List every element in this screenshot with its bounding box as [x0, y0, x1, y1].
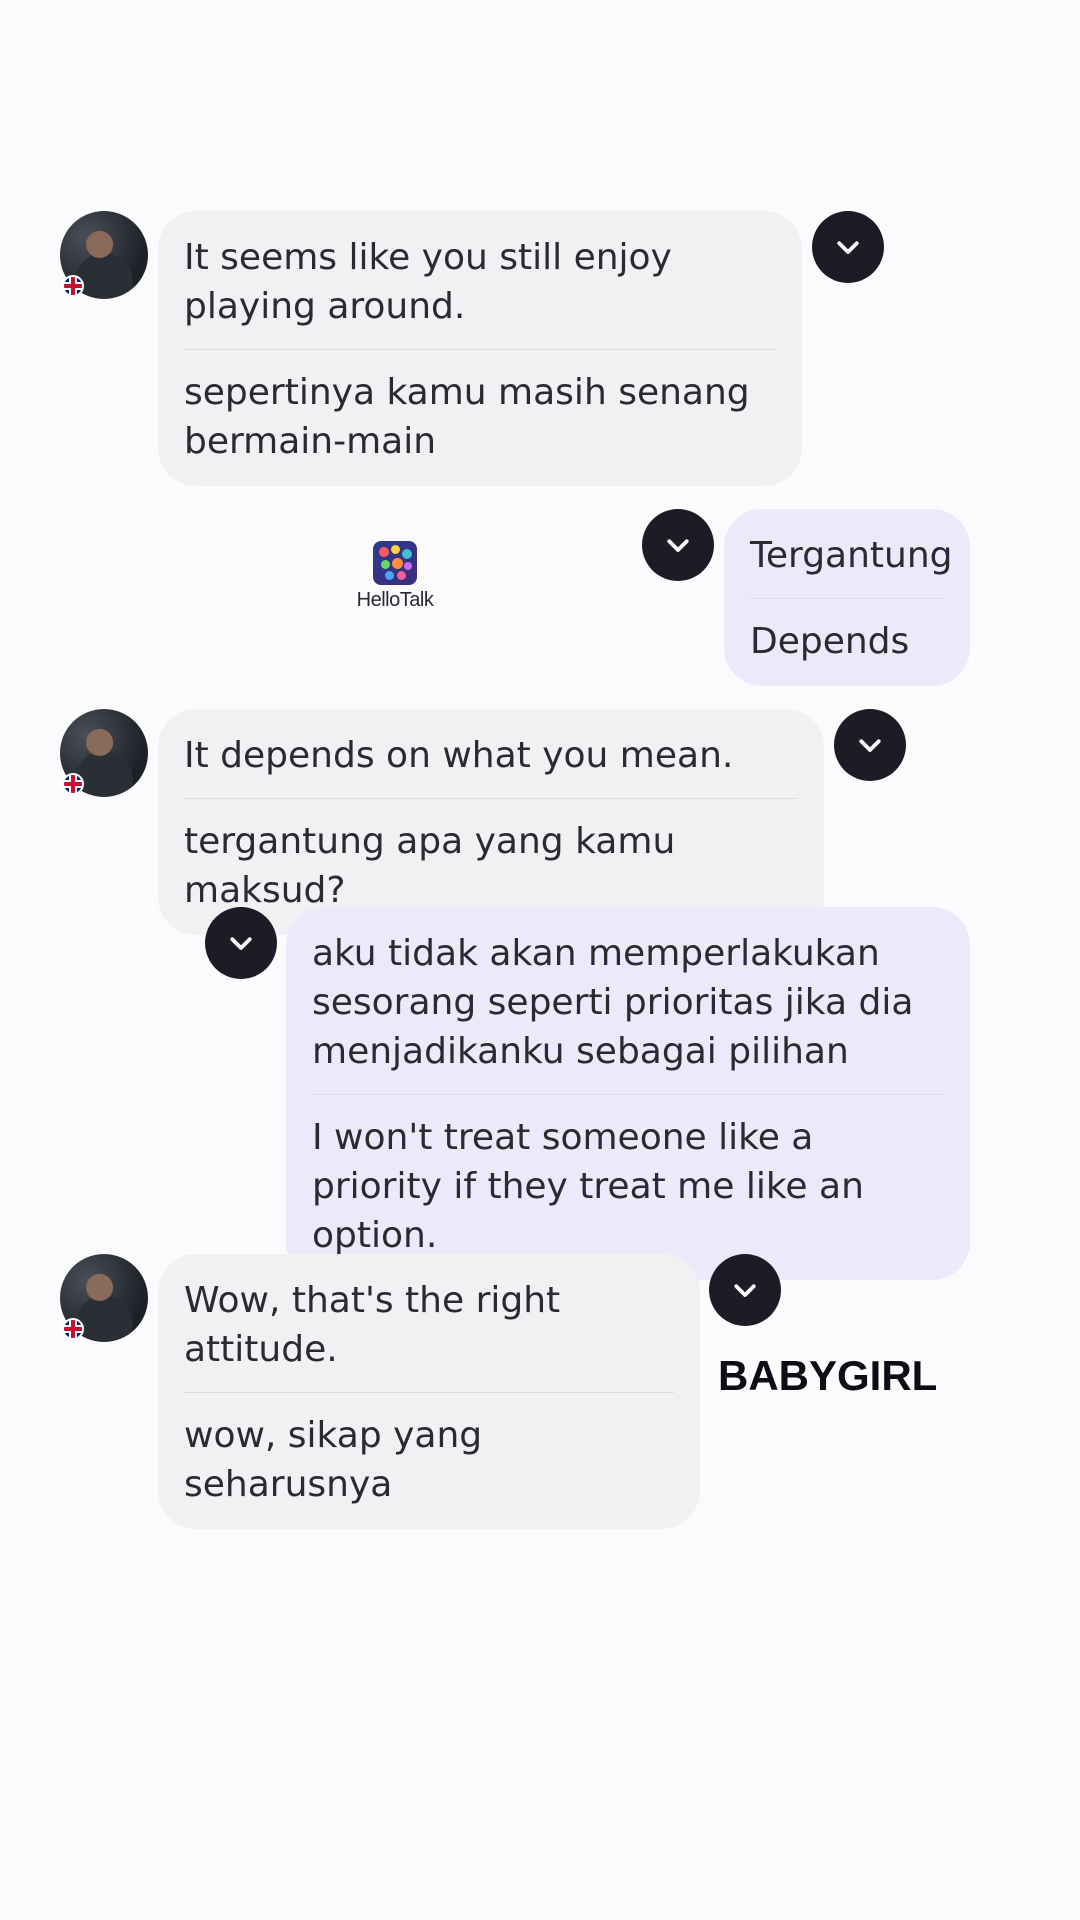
translation-divider	[184, 349, 776, 350]
message-translation-text: Depends	[750, 621, 910, 662]
message-original-text: aku tidak akan memperlakukan sesorang se…	[312, 933, 914, 1072]
message-bubble-incoming[interactable]: It depends on what you mean. tergantung …	[158, 709, 824, 935]
avatar[interactable]	[60, 1254, 148, 1342]
avatar[interactable]	[60, 709, 148, 797]
message-original-text: Tergantung	[750, 535, 953, 576]
translation-divider	[184, 1392, 674, 1393]
hellotalk-logo-icon	[373, 541, 417, 585]
message-menu-button[interactable]	[812, 211, 884, 283]
message-translation-text: wow, sikap yang seharusnya	[184, 1415, 483, 1505]
caption-overlay: BABYGIRL	[718, 1352, 938, 1399]
chevron-down-icon	[734, 1284, 756, 1297]
message-bubble-outgoing[interactable]: aku tidak akan memperlakukan sesorang se…	[286, 907, 970, 1280]
chat-conversation: It seems like you still enjoy playing ar…	[0, 0, 1080, 1920]
message-translation-text: I won't treat someone like a priority if…	[312, 1117, 864, 1256]
message-original-text: Wow, that's the right attitude.	[184, 1280, 561, 1370]
uk-flag-icon	[62, 275, 84, 297]
message-translation-text: tergantung apa yang kamu maksud?	[184, 821, 676, 911]
message-menu-button[interactable]	[709, 1254, 781, 1326]
translation-divider	[312, 1094, 944, 1095]
message-bubble-incoming[interactable]: It seems like you still enjoy playing ar…	[158, 211, 802, 486]
translation-divider	[750, 598, 944, 599]
message-original-text: It depends on what you mean.	[184, 735, 734, 776]
message-menu-button[interactable]	[205, 907, 277, 979]
uk-flag-icon	[62, 1318, 84, 1340]
message-menu-button[interactable]	[834, 709, 906, 781]
chevron-down-icon	[859, 739, 881, 752]
chevron-down-icon	[230, 937, 252, 950]
uk-flag-icon	[62, 773, 84, 795]
message-menu-button[interactable]	[642, 509, 714, 581]
message-bubble-incoming[interactable]: Wow, that's the right attitude. wow, sik…	[158, 1254, 700, 1529]
message-bubble-outgoing[interactable]: Tergantung Depends	[724, 509, 970, 686]
avatar[interactable]	[60, 211, 148, 299]
chevron-down-icon	[837, 241, 859, 254]
message-translation-text: sepertinya kamu masih senang bermain-mai…	[184, 372, 750, 462]
chevron-down-icon	[667, 539, 689, 552]
translation-divider	[184, 798, 798, 799]
hellotalk-logo-text: HelloTalk	[356, 589, 434, 611]
message-original-text: It seems like you still enjoy playing ar…	[184, 237, 672, 327]
hellotalk-watermark: HelloTalk	[345, 541, 445, 612]
